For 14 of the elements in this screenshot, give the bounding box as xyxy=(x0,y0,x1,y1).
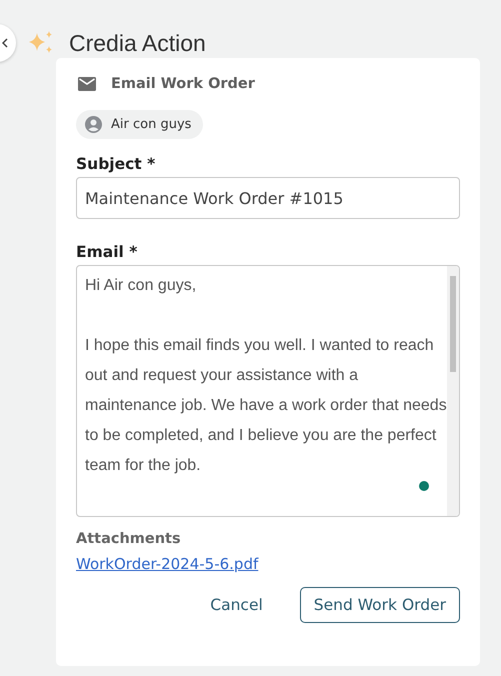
attachment-link[interactable]: WorkOrder-2024-5-6.pdf xyxy=(76,555,258,573)
mail-icon xyxy=(78,77,96,91)
attachments-label: Attachments xyxy=(76,531,182,547)
subject-label: Subject * xyxy=(76,155,156,173)
chevron-left-icon xyxy=(2,38,8,48)
email-label: Email * xyxy=(76,243,138,261)
person-icon xyxy=(85,116,102,133)
recipient-chip[interactable]: Air con guys xyxy=(76,110,204,139)
status-dot-icon xyxy=(419,481,429,491)
page-title: Credia Action xyxy=(69,30,206,56)
send-button[interactable]: Send Work Order xyxy=(300,587,460,623)
card-title: Email Work Order xyxy=(111,76,255,92)
scrollbar[interactable] xyxy=(447,266,459,516)
subject-field[interactable]: Maintenance Work Order #1015 xyxy=(76,177,460,219)
